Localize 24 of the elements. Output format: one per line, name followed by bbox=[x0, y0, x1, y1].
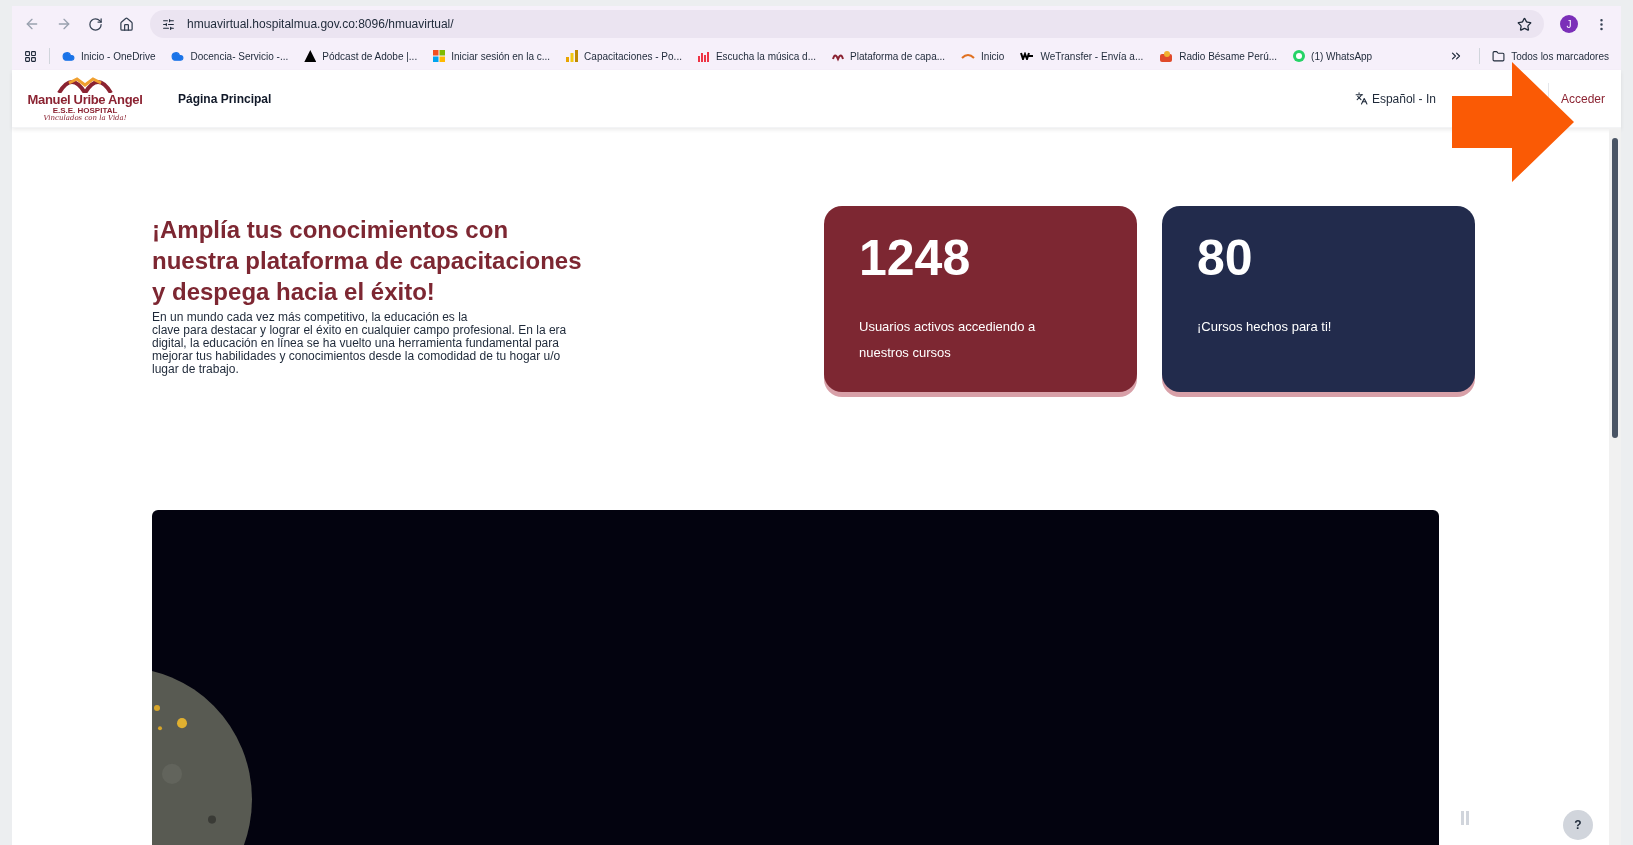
bookmark-item[interactable]: Plataforma de capa... bbox=[832, 48, 946, 64]
address-bar[interactable]: hmuavirtual.hospitalmua.gov.co:8096/hmuavirtual/ bbox=[150, 10, 1544, 38]
bookmark-item[interactable]: Iniciar sesión en la c... bbox=[433, 48, 551, 64]
stat-value: 80 bbox=[1197, 229, 1254, 288]
login-link[interactable]: Acceder bbox=[1560, 89, 1605, 108]
bookmark-item[interactable]: Escucha la música d... bbox=[697, 48, 816, 64]
bookmark-item[interactable]: (1) WhatsApp bbox=[1293, 48, 1373, 64]
bookmark-item[interactable]: Capacitaciones - Po... bbox=[566, 48, 682, 64]
hero-heading: ¡Amplía tus conocimientos con nuestra plataforma de capacitaciones y despega hacia el éxito! bbox=[152, 215, 583, 307]
stat-label: Usuarios activos accediendo a nuestros cursos bbox=[859, 318, 1037, 362]
language-selector[interactable]: Español - In bbox=[1354, 89, 1436, 108]
bookmark-item[interactable]: Inicio bbox=[961, 48, 1005, 64]
stat-value: 1248 bbox=[859, 229, 972, 288]
stat-label: ¡Cursos hechos para ti! bbox=[1197, 318, 1333, 336]
hero-paragraph: En un mundo cada vez más competitivo, la educación es la clave para destacar y lograr el éxito en cualquier campo profesional. En la era digital, la educación en línea se ha vuelto una herramienta fundamental para mejorar tus habilidades y conocimientos desde la comodidad de tu hogar u/o lugar de trabajo. bbox=[152, 311, 568, 376]
bookmark-item[interactable]: WeTransfer - Envía a... bbox=[1020, 48, 1144, 64]
bookmark-item[interactable]: Pódcast de Adobe |... bbox=[304, 48, 418, 64]
nav-link[interactable]: Página Principal bbox=[178, 89, 272, 108]
url-text: hmuavirtual.hospitalmua.gov.co:8096/hmuavirtual/ bbox=[187, 16, 454, 33]
bookmark-item[interactable]: Radio Bésame Perú... bbox=[1159, 48, 1278, 64]
bookmark-item[interactable]: Inicio - OneDrive bbox=[62, 48, 156, 64]
bookmark-item[interactable]: Docencia- Servicio -... bbox=[171, 48, 289, 64]
all-bookmarks-item[interactable]: Todos los marcadores bbox=[1492, 48, 1609, 64]
profile-avatar[interactable]: J bbox=[1560, 15, 1578, 33]
